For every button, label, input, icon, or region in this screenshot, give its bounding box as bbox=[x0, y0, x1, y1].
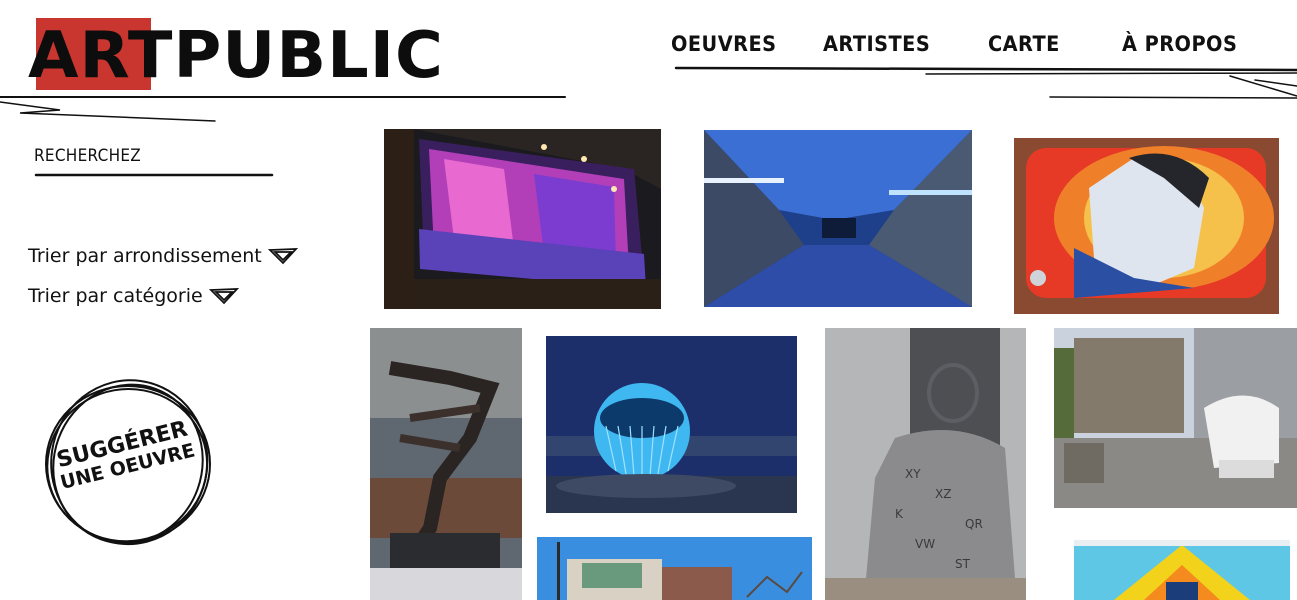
logo-wordmark: ARTPUBLIC bbox=[28, 19, 444, 93]
artwork-tile-letter-figure[interactable]: XY XZ K QR VW ST bbox=[825, 328, 1026, 600]
artwork-image: XY XZ K QR VW ST bbox=[825, 328, 1026, 600]
sort-by-borough-label: Trier par arrondissement bbox=[28, 245, 262, 267]
artwork-tile-building-mural[interactable] bbox=[537, 537, 812, 600]
artwork-tile-colorful-mural[interactable] bbox=[1074, 540, 1290, 600]
artwork-tile-blue-tunnel[interactable] bbox=[704, 130, 972, 307]
svg-text:VW: VW bbox=[915, 537, 935, 551]
artpublic-logo[interactable]: ARTPUBLIC bbox=[28, 18, 443, 90]
artwork-image bbox=[546, 336, 797, 513]
artwork-tile-metal-bird[interactable] bbox=[370, 328, 522, 600]
artwork-image bbox=[704, 130, 972, 307]
artwork-image bbox=[384, 129, 661, 309]
svg-text:K: K bbox=[895, 507, 904, 521]
chevron-down-icon bbox=[267, 248, 298, 265]
svg-text:QR: QR bbox=[965, 517, 983, 531]
nav-carte[interactable]: CARTE bbox=[988, 32, 1060, 56]
chevron-down-icon bbox=[208, 288, 239, 305]
nav-oeuvres[interactable]: OEUVRES bbox=[671, 32, 776, 56]
sort-by-category[interactable]: Trier par catégorie bbox=[28, 285, 239, 307]
artwork-tile-mosaic-mural[interactable] bbox=[1014, 138, 1279, 314]
nav-artistes[interactable]: ARTISTES bbox=[823, 32, 930, 56]
artwork-image bbox=[537, 537, 812, 600]
svg-text:XZ: XZ bbox=[935, 487, 951, 501]
artwork-image bbox=[1054, 328, 1297, 508]
artwork-tile-glass-installation[interactable] bbox=[384, 129, 661, 309]
artwork-image bbox=[370, 328, 522, 600]
nav-a-propos[interactable]: À PROPOS bbox=[1122, 32, 1237, 56]
sort-by-category-label: Trier par catégorie bbox=[28, 285, 203, 307]
sort-by-borough[interactable]: Trier par arrondissement bbox=[28, 245, 298, 267]
artwork-tile-illuminated-sphere[interactable] bbox=[546, 336, 797, 513]
svg-text:XY: XY bbox=[905, 467, 921, 481]
search-input[interactable]: RECHERCHEZ bbox=[34, 146, 141, 166]
suggest-artwork-button[interactable]: SUGGÉRER UNE OEUVRE bbox=[40, 378, 216, 550]
artwork-image bbox=[1074, 540, 1290, 600]
svg-text:ST: ST bbox=[955, 557, 971, 571]
artwork-image bbox=[1014, 138, 1279, 314]
artwork-tile-white-fist[interactable] bbox=[1054, 328, 1297, 508]
